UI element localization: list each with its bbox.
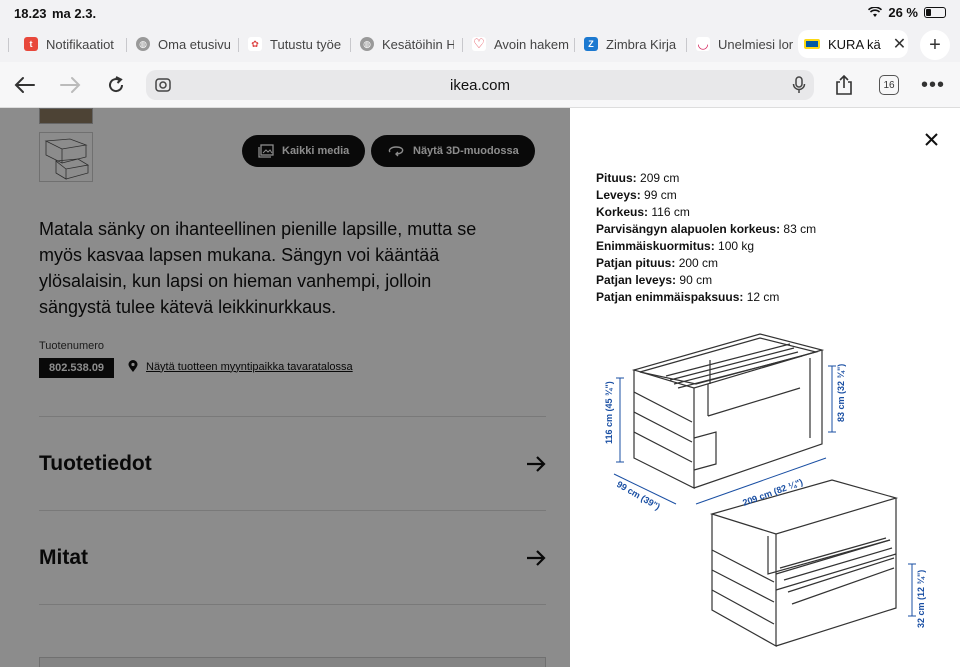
smile-icon: ◡ bbox=[696, 36, 710, 51]
forward-button[interactable] bbox=[57, 72, 83, 98]
tab-oma-etusivu[interactable]: ◍ Oma etusivu bbox=[130, 30, 230, 58]
reload-button[interactable] bbox=[103, 72, 129, 98]
tab-label: Avoin hakem bbox=[494, 36, 569, 52]
close-icon bbox=[924, 132, 938, 146]
share-icon bbox=[836, 74, 852, 95]
tab-label: Unelmiesi lor bbox=[718, 36, 794, 52]
back-button[interactable] bbox=[12, 72, 38, 98]
back-arrow-icon bbox=[14, 77, 35, 93]
bed-dimension-diagram: 116 cm (45 ¾") 83 cm (32 ¾") 99 cm (39")… bbox=[604, 333, 926, 648]
page-content: Kaikki media Näytä 3D-muodossa Matala sä… bbox=[0, 108, 960, 667]
tab-separator bbox=[238, 38, 239, 52]
tab-label: Kesätöihin H bbox=[382, 36, 454, 52]
spec-row: Pituus: 209 cm bbox=[596, 171, 680, 185]
tab-unelmiesi[interactable]: ◡ Unelmiesi lor bbox=[690, 30, 794, 58]
ellipsis-icon: ••• bbox=[920, 73, 945, 96]
reload-icon bbox=[109, 76, 124, 93]
zimbra-icon: Z bbox=[584, 37, 598, 51]
tab-tutustu[interactable]: ✿ Tutustu työe bbox=[242, 30, 342, 58]
tab-label: KURA kä bbox=[828, 36, 881, 52]
product-left-column: Kaikki media Näytä 3D-muodossa Matala sä… bbox=[0, 108, 570, 667]
spec-row: Leveys: 99 cm bbox=[596, 188, 677, 202]
address-field[interactable]: ikea.com bbox=[146, 70, 814, 100]
spec-row: Patjan pituus: 200 cm bbox=[596, 256, 719, 270]
length-dimension-label: 209 cm (82 ¼") bbox=[741, 477, 804, 508]
spec-row: Korkeus: 116 cm bbox=[596, 205, 690, 219]
tab-label: Tutustu työe bbox=[270, 36, 342, 52]
spec-row: Patjan leveys: 90 cm bbox=[596, 273, 713, 287]
heart-icon: ♡ bbox=[472, 36, 486, 51]
microphone-icon[interactable] bbox=[792, 76, 806, 99]
url-bar: ikea.com 16 ••• bbox=[0, 62, 960, 108]
tab-kura-active[interactable]: KURA kä ✕ bbox=[798, 30, 908, 58]
close-tab-icon[interactable]: ✕ bbox=[893, 34, 906, 54]
tab-kesatoihin[interactable]: ◍ Kesätöihin H bbox=[354, 30, 454, 58]
new-tab-button[interactable]: + bbox=[920, 30, 950, 60]
tab-separator bbox=[350, 38, 351, 52]
low-height-dimension-label: 32 cm (12 ¾") bbox=[916, 570, 926, 628]
tab-separator bbox=[8, 38, 9, 52]
height-dimension-label: 116 cm (45 ¾") bbox=[604, 381, 614, 444]
status-bar: 18.23 ma 2.3. 26 % bbox=[0, 0, 960, 26]
tab-overview-button[interactable]: 16 bbox=[879, 75, 899, 95]
tab-label: Oma etusivu bbox=[158, 36, 230, 52]
tab-notifikaatiot[interactable]: t Notifikaatiot bbox=[18, 30, 130, 58]
tab-separator bbox=[574, 38, 575, 52]
close-panel-button[interactable] bbox=[920, 128, 942, 150]
more-options-button[interactable]: ••• bbox=[920, 72, 946, 98]
share-button[interactable] bbox=[831, 72, 857, 98]
status-date: ma 2.3. bbox=[52, 6, 97, 21]
status-time: 18.23 bbox=[14, 6, 47, 21]
spec-row: Enimmäiskuormitus: 100 kg bbox=[596, 239, 755, 253]
globe-icon: ◍ bbox=[360, 37, 374, 51]
butterfly-icon: ✿ bbox=[248, 37, 262, 51]
plus-icon: + bbox=[929, 33, 941, 56]
dimensions-panel: Pituus: 209 cm Leveys: 99 cm Korkeus: 11… bbox=[570, 108, 960, 667]
tab-separator bbox=[126, 38, 127, 52]
tab-zimbra[interactable]: Z Zimbra Kirja bbox=[578, 30, 682, 58]
tab-label: Zimbra Kirja bbox=[606, 36, 677, 52]
globe-icon: ◍ bbox=[136, 37, 150, 51]
width-dimension-label: 99 cm (39") bbox=[615, 479, 662, 512]
spec-list: Pituus: 209 cm Leveys: 99 cm Korkeus: 11… bbox=[596, 170, 816, 306]
battery-icon bbox=[924, 7, 946, 18]
spec-row: Parvisängyn alapuolen korkeus: 83 cm bbox=[596, 222, 817, 236]
battery-percent: 26 % bbox=[888, 5, 918, 20]
tab-avoin-hakem[interactable]: ♡ Avoin hakem bbox=[466, 30, 570, 58]
tab-label: Notifikaatiot bbox=[46, 36, 114, 52]
address-url: ikea.com bbox=[449, 77, 511, 94]
ikea-icon bbox=[804, 39, 820, 49]
under-height-dimension-label: 83 cm (32 ¾") bbox=[836, 364, 846, 422]
tab-separator bbox=[462, 38, 463, 52]
wifi-icon bbox=[868, 7, 883, 17]
status-right: 26 % bbox=[868, 5, 946, 20]
tab-separator bbox=[686, 38, 687, 52]
spec-row: Patjan enimmäispaksuus: 12 cm bbox=[596, 290, 780, 304]
modal-backdrop[interactable] bbox=[0, 108, 570, 667]
tab-bar: t Notifikaatiot ◍ Oma etusivu ✿ Tutustu … bbox=[0, 26, 960, 62]
tori-icon: t bbox=[24, 37, 38, 51]
forward-arrow-icon bbox=[60, 77, 81, 93]
